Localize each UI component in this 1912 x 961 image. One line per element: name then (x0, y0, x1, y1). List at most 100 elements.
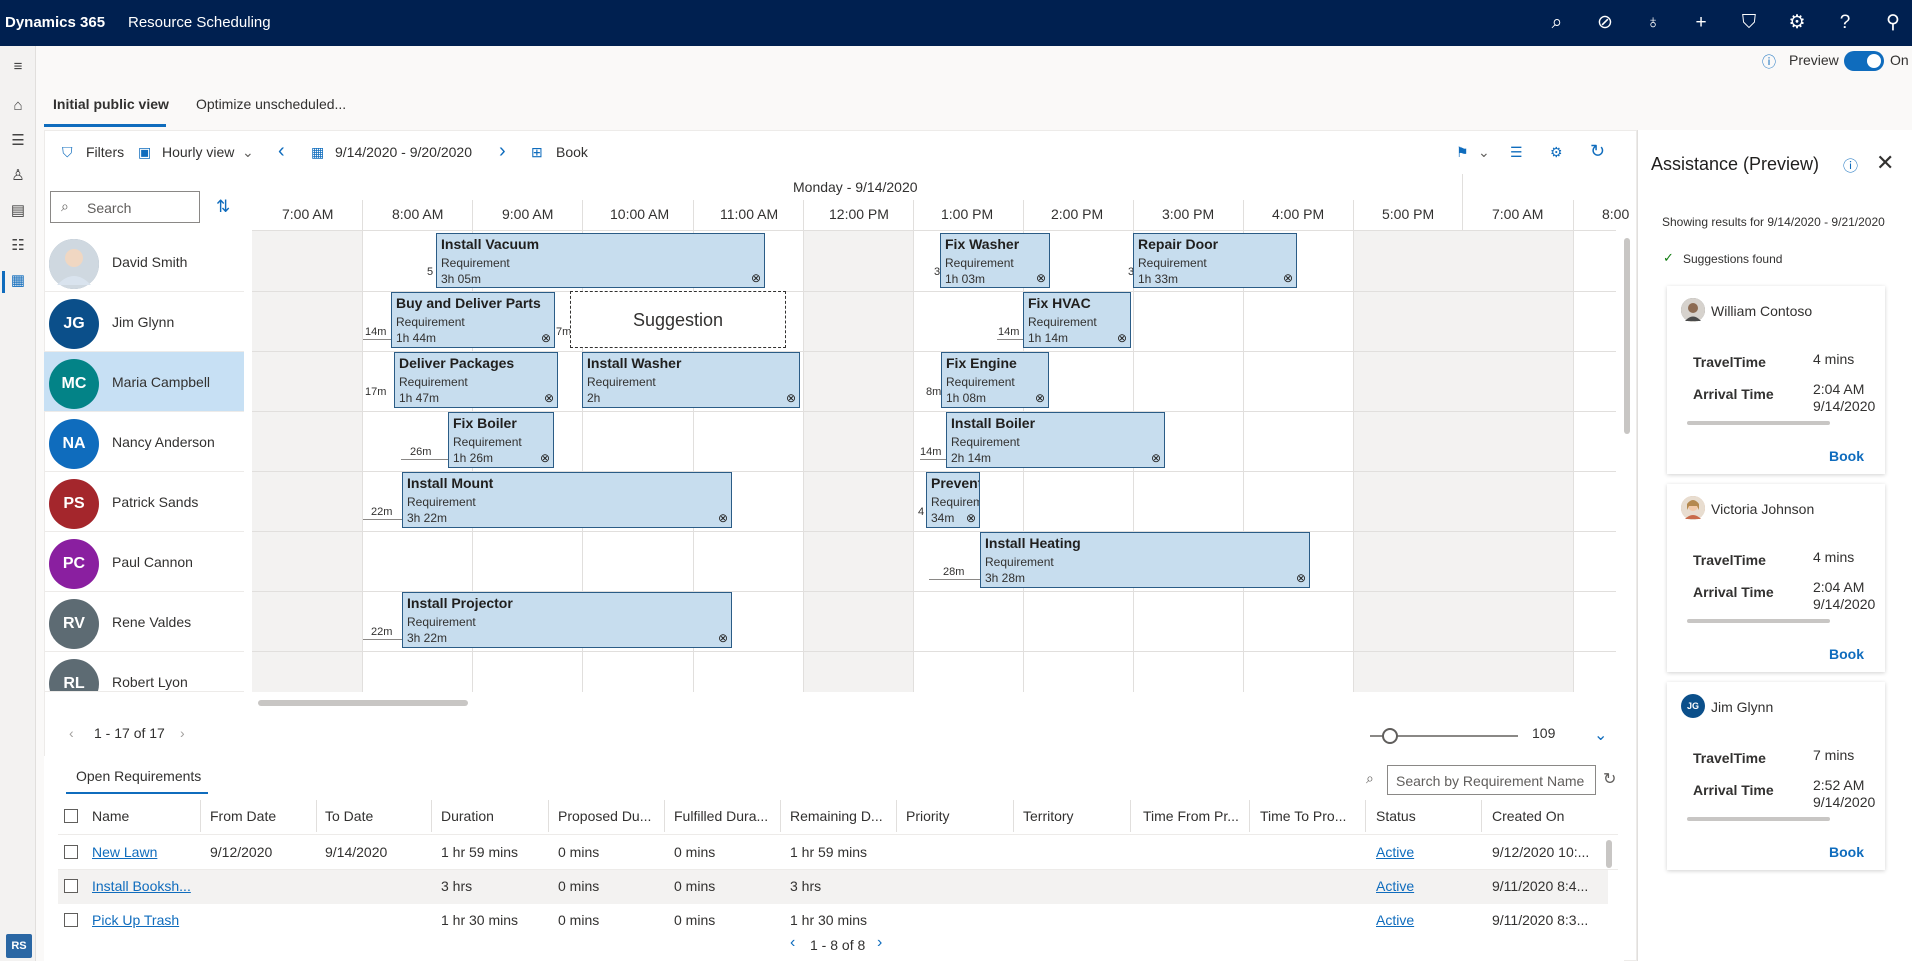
user-profile-icon[interactable]: ⚲ (1880, 10, 1906, 36)
hamburger-menu-icon[interactable]: ≡ (8, 57, 28, 77)
resource-row-selected[interactable]: MC Maria Campbell (44, 352, 244, 412)
column-header[interactable]: To Date (325, 808, 373, 824)
collapse-chevron-icon[interactable]: ⌄ (1594, 725, 1607, 745)
booking-block[interactable]: Repair Door Requirement 1h 33m ⊗ (1133, 233, 1297, 288)
booking-block[interactable]: Install Projector Requirement 3h 22m ⊗ (402, 592, 732, 648)
plus-icon[interactable]: + (1688, 10, 1714, 36)
booking-block[interactable]: Fix Engine Requirement 1h 08m ⊗ (941, 352, 1049, 408)
booking-block[interactable]: Install Vacuum Requirement 3h 05m ⊗ (436, 233, 765, 288)
booking-block[interactable]: Install Boiler Requirement 2h 14m ⊗ (946, 412, 1165, 468)
tab-optimize-unscheduled[interactable]: Optimize unscheduled... (196, 96, 346, 112)
requirements-list-icon[interactable]: ☷ (8, 236, 28, 256)
home-icon[interactable]: ⌂ (8, 96, 28, 116)
calendar-icon[interactable]: ▦ (311, 144, 324, 161)
requirement-name-link[interactable]: New Lawn (92, 844, 157, 860)
booking-block[interactable]: Prevent Requirem 34m ⊗ (926, 472, 980, 528)
status-link[interactable]: Active (1376, 912, 1414, 928)
column-header[interactable]: From Date (210, 808, 276, 824)
column-header[interactable]: Territory (1023, 808, 1074, 824)
filters-button[interactable]: Filters (86, 144, 124, 160)
suggestion-placeholder[interactable]: Suggestion (570, 291, 786, 348)
task-check-icon[interactable]: ⊘ (1592, 10, 1618, 36)
info-icon[interactable]: ⓘ (1762, 52, 1776, 72)
resource-row[interactable]: David Smith (44, 232, 244, 292)
tab-open-requirements[interactable]: Open Requirements (76, 768, 201, 784)
search-icon[interactable]: ⌕ (1544, 10, 1570, 36)
column-header[interactable]: Time From Pr... (1143, 808, 1239, 824)
people-icon[interactable]: ♙ (8, 166, 28, 186)
resource-row[interactable]: NA Nancy Anderson (44, 412, 244, 472)
suggestion-card[interactable]: Victoria Johnson TravelTime 4 mins Arriv… (1667, 484, 1885, 672)
book-button[interactable]: Book (1829, 844, 1864, 860)
previous-page-icon[interactable]: ‹ (69, 725, 74, 741)
settings-gear-icon[interactable]: ⚙ (1784, 10, 1810, 36)
row-checkbox[interactable] (64, 879, 78, 893)
calendar-icon[interactable]: ▦ (8, 271, 28, 291)
next-arrow-icon[interactable]: › (499, 140, 506, 163)
requirement-name-link[interactable]: Install Booksh... (92, 878, 191, 894)
close-icon[interactable]: ✕ (1876, 150, 1894, 176)
column-header[interactable]: Proposed Du... (558, 808, 651, 824)
table-scrollbar[interactable] (1606, 840, 1612, 868)
resource-row[interactable]: JG Jim Glynn (44, 292, 244, 352)
status-link[interactable]: Active (1376, 878, 1414, 894)
info-icon[interactable]: ⓘ (1843, 155, 1858, 176)
next-page-icon[interactable]: › (877, 934, 882, 952)
requirement-search-input[interactable]: Search by Requirement Name (1387, 765, 1596, 795)
table-row[interactable]: Pick Up Trash 1 hr 30 mins 0 mins 0 mins… (58, 904, 1618, 928)
next-page-icon[interactable]: › (180, 725, 185, 741)
requirement-name-link[interactable]: Pick Up Trash (92, 912, 179, 928)
select-all-checkbox[interactable] (64, 809, 78, 823)
filter-icon[interactable]: ⛉ (1736, 10, 1762, 36)
column-header[interactable]: Name (92, 808, 129, 824)
column-header[interactable]: Created On (1492, 808, 1564, 824)
resource-search-input[interactable]: ⌕ Search (50, 191, 200, 223)
booking-block[interactable]: Fix Washer Requirement 1h 03m ⊗ (940, 233, 1050, 288)
booking-block[interactable]: Buy and Deliver Parts Requirement 1h 44m ⊗ (391, 292, 555, 348)
resource-row[interactable]: RV Rene Valdes (44, 592, 244, 652)
map-icon[interactable]: ⚑ (1456, 144, 1469, 161)
column-header[interactable]: Remaining D... (790, 808, 883, 824)
app-brand[interactable]: Dynamics 365 (5, 14, 105, 31)
tab-initial-public-view[interactable]: Initial public view (53, 96, 169, 112)
book-button[interactable]: Book (556, 144, 588, 160)
list-view-icon[interactable]: ☰ (1510, 144, 1523, 161)
date-range[interactable]: 9/14/2020 - 9/20/2020 (335, 144, 472, 160)
previous-page-icon[interactable]: ‹ (790, 934, 795, 952)
column-header[interactable]: Fulfilled Dura... (674, 808, 768, 824)
column-header[interactable]: Duration (441, 808, 494, 824)
zoom-slider-thumb[interactable] (1382, 728, 1398, 744)
status-link[interactable]: Active (1376, 844, 1414, 860)
vertical-scrollbar[interactable] (1624, 238, 1630, 434)
previous-arrow-icon[interactable]: ‹ (278, 140, 285, 163)
booking-block[interactable]: Fix Boiler Requirement 1h 26m ⊗ (448, 412, 554, 468)
row-checkbox[interactable] (64, 845, 78, 859)
column-header[interactable]: Priority (906, 808, 950, 824)
user-badge[interactable]: RS (6, 934, 32, 958)
chevron-down-icon[interactable]: ⌄ (1478, 144, 1490, 161)
list-icon[interactable]: ☰ (8, 131, 28, 151)
booking-block[interactable]: Install Washer Requirement 2h ⊗ (582, 352, 800, 408)
lightbulb-icon[interactable]: ♁ (1640, 10, 1666, 36)
chevron-down-icon[interactable]: ⌄ (242, 144, 254, 161)
preview-toggle[interactable] (1844, 51, 1884, 71)
resource-row[interactable]: PS Patrick Sands (44, 472, 244, 532)
booking-block[interactable]: Install Mount Requirement 3h 22m ⊗ (402, 472, 732, 528)
column-header[interactable]: Status (1376, 808, 1416, 824)
booking-block[interactable]: Install Heating Requirement 3h 28m ⊗ (980, 532, 1310, 588)
book-icon[interactable]: ⊞ (531, 144, 543, 161)
column-header[interactable]: Time To Pro... (1260, 808, 1346, 824)
refresh-icon[interactable]: ↻ (1603, 769, 1616, 789)
suggestion-card[interactable]: William Contoso TravelTime 4 mins Arriva… (1667, 286, 1885, 474)
book-button[interactable]: Book (1829, 448, 1864, 464)
settings-icon[interactable]: ⚙ (1550, 144, 1563, 161)
hourly-view-dropdown[interactable]: Hourly view (162, 144, 234, 160)
sort-icon[interactable]: ⇅ (216, 197, 230, 217)
app-name[interactable]: Resource Scheduling (128, 14, 271, 31)
document-icon[interactable]: ▤ (8, 201, 28, 221)
resource-row[interactable]: RL Robert Lyon (44, 652, 244, 692)
suggestion-card[interactable]: JG Jim Glynn TravelTime 7 mins Arrival T… (1667, 682, 1885, 870)
horizontal-scrollbar[interactable] (258, 700, 468, 706)
row-checkbox[interactable] (64, 913, 78, 927)
filter-icon[interactable]: ⛉ (62, 144, 73, 161)
